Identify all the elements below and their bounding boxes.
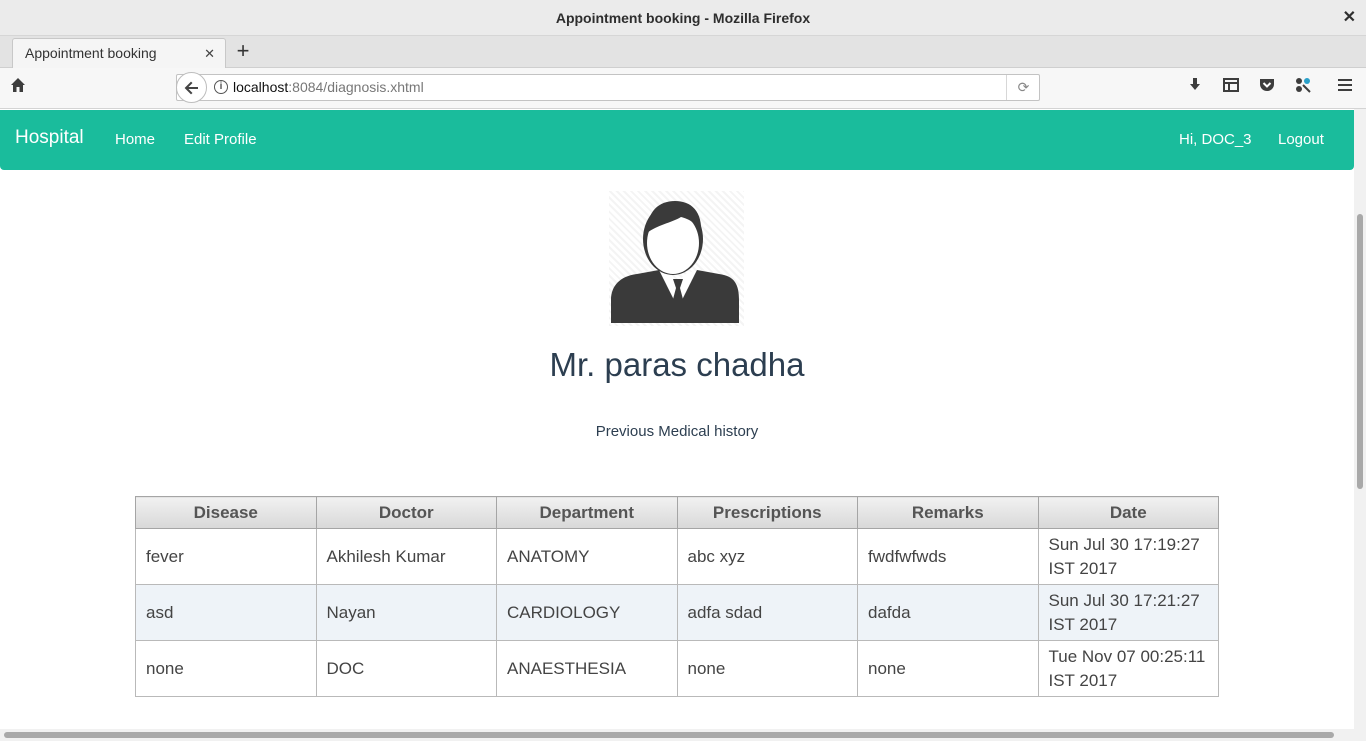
- url-path: :8084/diagnosis.xhtml: [288, 79, 424, 95]
- table-row: asd Nayan CARDIOLOGY adfa sdad dafda Sun…: [135, 584, 1219, 641]
- cell-disease: none: [135, 640, 317, 697]
- table-row: none DOC ANAESTHESIA none none Tue Nov 0…: [135, 640, 1219, 697]
- cell-remarks: none: [857, 640, 1039, 697]
- cell-remarks: fwdfwfwds: [857, 528, 1039, 585]
- header-remarks: Remarks: [857, 496, 1039, 529]
- cell-prescriptions: none: [676, 640, 858, 697]
- browser-toolbar: i localhost:8084/diagnosis.xhtml ⟳: [0, 68, 1366, 109]
- home-icon[interactable]: [7, 76, 29, 98]
- header-prescriptions: Prescriptions: [676, 496, 858, 529]
- patient-name: Mr. paras chadha: [549, 346, 805, 383]
- vertical-scrollbar-thumb[interactable]: [1357, 214, 1363, 489]
- extension-icon[interactable]: [1292, 76, 1314, 98]
- medical-history-table: Disease Doctor Department Prescriptions …: [135, 496, 1219, 697]
- header-disease: Disease: [135, 496, 317, 529]
- header-doctor: Doctor: [315, 496, 497, 529]
- header-date: Date: [1037, 496, 1219, 529]
- app-navbar: Hospital Home Edit Profile Hi, DOC_3 Log…: [0, 110, 1354, 170]
- header-department: Department: [496, 496, 678, 529]
- cell-disease: fever: [135, 528, 317, 585]
- cell-date: Tue Nov 07 00:25:11 IST 2017: [1037, 640, 1219, 697]
- back-icon[interactable]: [176, 72, 207, 103]
- table-header-row: Disease Doctor Department Prescriptions …: [135, 496, 1219, 529]
- cell-department: ANATOMY: [496, 528, 678, 585]
- vertical-scrollbar[interactable]: [1354, 109, 1366, 729]
- new-tab-icon[interactable]: +: [232, 38, 254, 66]
- nav-logout[interactable]: Logout: [1278, 131, 1324, 148]
- url-host: localhost: [233, 79, 289, 95]
- cell-date: Sun Jul 30 17:19:27 IST 2017: [1037, 528, 1219, 585]
- table-row: fever Akhilesh Kumar ANATOMY abc xyz fwd…: [135, 528, 1219, 585]
- cell-doctor: DOC: [315, 640, 497, 697]
- horizontal-scrollbar[interactable]: [0, 729, 1366, 741]
- site-info-icon[interactable]: i: [214, 80, 228, 94]
- horizontal-scrollbar-thumb[interactable]: [4, 732, 1334, 738]
- page-viewport: Hospital Home Edit Profile Hi, DOC_3 Log…: [0, 109, 1354, 729]
- tab-strip: Appointment booking ✕ +: [0, 36, 1366, 68]
- url-text[interactable]: localhost:8084/diagnosis.xhtml: [233, 79, 424, 95]
- window-titlebar: Appointment booking - Mozilla Firefox ✕: [0, 0, 1366, 36]
- cell-date: Sun Jul 30 17:21:27 IST 2017: [1037, 584, 1219, 641]
- reload-icon[interactable]: ⟳: [1006, 75, 1040, 100]
- nav-edit-profile[interactable]: Edit Profile: [184, 131, 257, 148]
- window-close-icon[interactable]: ✕: [1343, 0, 1356, 36]
- brand-link[interactable]: Hospital: [15, 127, 84, 149]
- nav-greeting[interactable]: Hi, DOC_3: [1179, 131, 1252, 148]
- cell-doctor: Akhilesh Kumar: [315, 528, 497, 585]
- menu-icon[interactable]: [1334, 76, 1356, 98]
- avatar: [609, 191, 744, 326]
- cell-prescriptions: abc xyz: [676, 528, 858, 585]
- browser-tab[interactable]: Appointment booking ✕: [12, 38, 226, 68]
- cell-remarks: dafda: [857, 584, 1039, 641]
- pocket-icon[interactable]: [1256, 76, 1278, 98]
- cell-department: CARDIOLOGY: [496, 584, 678, 641]
- window-title: Appointment booking - Mozilla Firefox: [555, 10, 811, 26]
- history-heading: Previous Medical history: [595, 423, 759, 440]
- library-icon[interactable]: [1220, 76, 1242, 98]
- cell-disease: asd: [135, 584, 317, 641]
- tab-title: Appointment booking: [25, 45, 157, 61]
- cell-doctor: Nayan: [315, 584, 497, 641]
- download-icon[interactable]: [1184, 76, 1206, 98]
- tab-close-icon[interactable]: ✕: [204, 39, 215, 68]
- cell-department: ANAESTHESIA: [496, 640, 678, 697]
- nav-home[interactable]: Home: [115, 131, 155, 148]
- user-silhouette-icon: [611, 201, 739, 323]
- cell-prescriptions: adfa sdad: [676, 584, 858, 641]
